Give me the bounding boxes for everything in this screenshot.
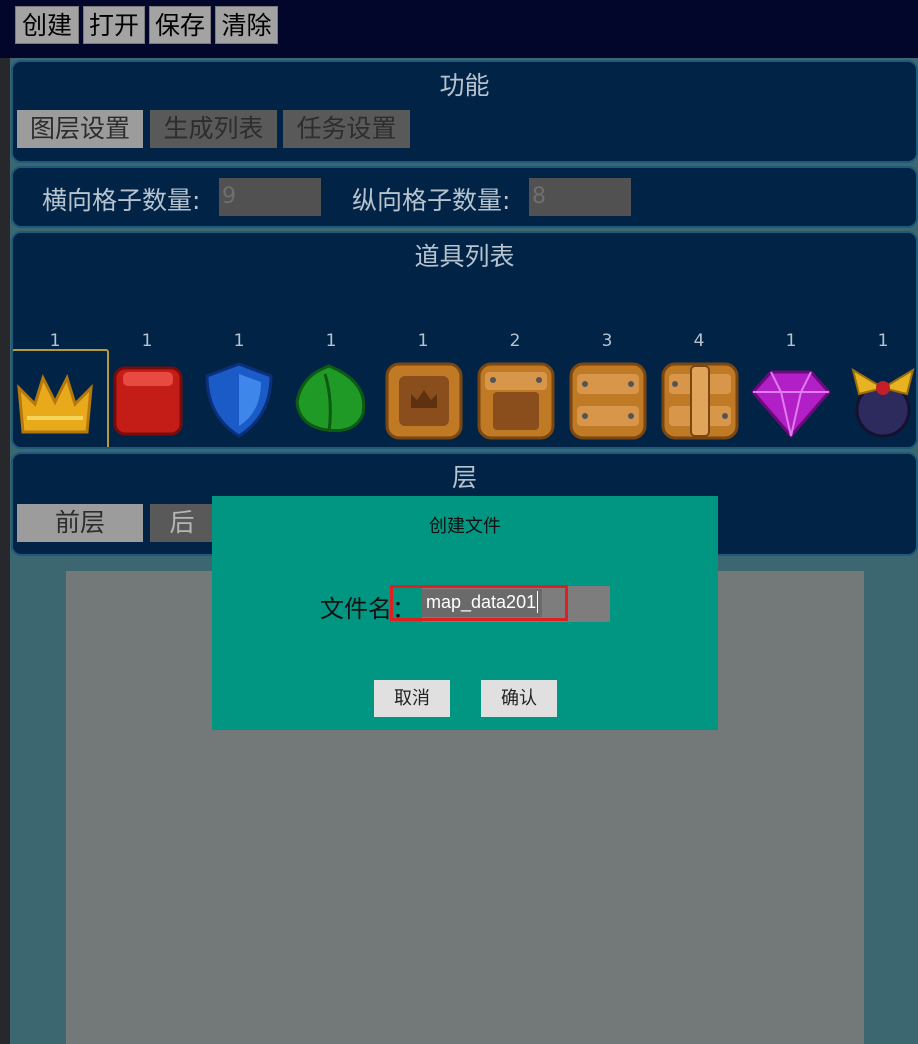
item-count: 1 [141, 331, 153, 351]
highlight-box [390, 585, 568, 621]
item-count: 2 [509, 331, 521, 351]
functions-panel: 功能 图层设置 生成列表 任务设置 [11, 60, 918, 163]
item-count: 3 [601, 331, 613, 351]
grid-size-panel: 横向格子数量: 9 纵向格子数量: 8 [11, 166, 918, 228]
item-count: 1 [233, 331, 245, 351]
item-list-panel: 道具列表 1 1 1 1 1 2 3 4 1 1 [11, 231, 918, 449]
wooden-crate-4-icon[interactable] [657, 358, 741, 442]
tab-task-settings[interactable]: 任务设置 [283, 110, 410, 148]
horizontal-count-input[interactable]: 9 [219, 178, 321, 216]
confirm-button[interactable]: 确认 [481, 680, 557, 717]
wooden-crate-3-icon[interactable] [565, 358, 649, 442]
wooden-crate-1-icon[interactable] [381, 358, 465, 442]
left-edge-strip [0, 0, 10, 1044]
save-button[interactable]: 保存 [149, 6, 211, 44]
item-count: 1 [877, 331, 889, 351]
shield-icon[interactable] [197, 358, 281, 442]
clear-button[interactable]: 清除 [215, 6, 278, 44]
horizontal-count-label: 横向格子数量: [42, 186, 201, 215]
functions-title: 功能 [439, 71, 490, 100]
back-layer-tab[interactable]: 后 [150, 504, 214, 542]
create-file-dialog: 创建文件 文件名： map_data201 取消 确认 [212, 496, 718, 730]
item-count: 1 [785, 331, 797, 351]
open-button[interactable]: 打开 [83, 6, 145, 44]
top-toolbar: 创建 打开 保存 清除 [0, 0, 918, 58]
front-layer-tab[interactable]: 前层 [17, 504, 143, 542]
crown-icon[interactable] [13, 358, 97, 442]
propeller-bomb-icon[interactable] [841, 358, 916, 442]
tab-layer-settings[interactable]: 图层设置 [17, 110, 143, 148]
item-count: 1 [325, 331, 337, 351]
item-count: 4 [693, 331, 705, 351]
vertical-count-label: 纵向格子数量: [352, 186, 511, 215]
item-count: 1 [417, 331, 429, 351]
cancel-button[interactable]: 取消 [374, 680, 450, 717]
purple-gem-icon[interactable] [749, 358, 833, 442]
create-button[interactable]: 创建 [15, 6, 79, 44]
red-cube-icon[interactable] [105, 358, 189, 442]
dialog-title: 创建文件 [429, 516, 501, 537]
item-list-title: 道具列表 [414, 242, 515, 271]
leaf-icon[interactable] [289, 358, 373, 442]
vertical-count-input[interactable]: 8 [529, 178, 631, 216]
item-count: 1 [49, 331, 61, 351]
tab-generate-list[interactable]: 生成列表 [150, 110, 277, 148]
layer-title: 层 [451, 463, 477, 492]
wooden-crate-2-icon[interactable] [473, 358, 557, 442]
